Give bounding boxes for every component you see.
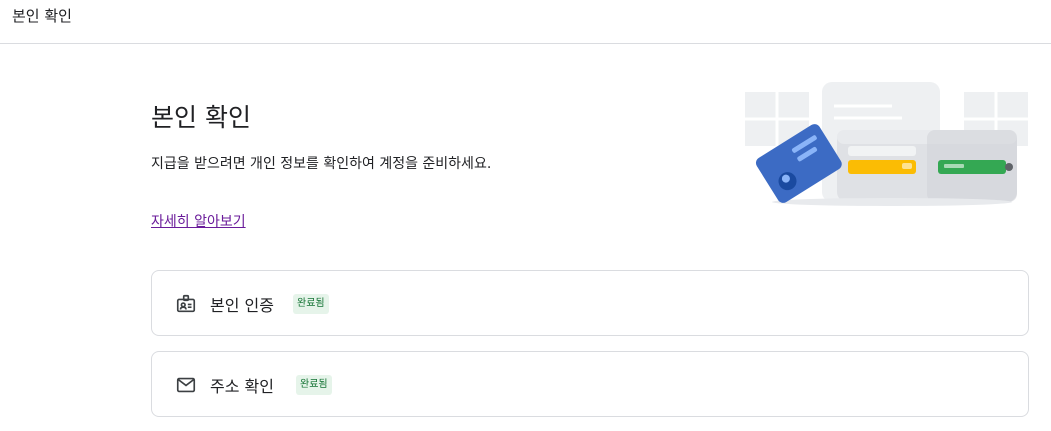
status-badge: 완료됨	[293, 294, 329, 314]
card-label-identity: 본인 인증	[210, 296, 274, 315]
status-badge: 완료됨	[296, 375, 332, 395]
address-verification-card[interactable]: 주소 확인 완료됨	[151, 351, 1029, 417]
id-badge-icon	[176, 294, 196, 313]
top-bar: 본인 확인	[0, 0, 1051, 44]
page-description: 지급을 받으려면 개인 정보를 확인하여 계정을 준비하세요.	[151, 156, 492, 172]
learn-more-link[interactable]: 자세히 알아보기	[151, 211, 246, 231]
envelope-icon	[176, 377, 196, 393]
card-label-address: 주소 확인	[210, 377, 274, 396]
topbar-title: 본인 확인	[12, 7, 72, 25]
wallet-id-card-illustration	[745, 82, 1028, 206]
identity-verification-card[interactable]: 본인 인증 완료됨	[151, 270, 1029, 336]
page-title: 본인 확인	[151, 103, 251, 132]
